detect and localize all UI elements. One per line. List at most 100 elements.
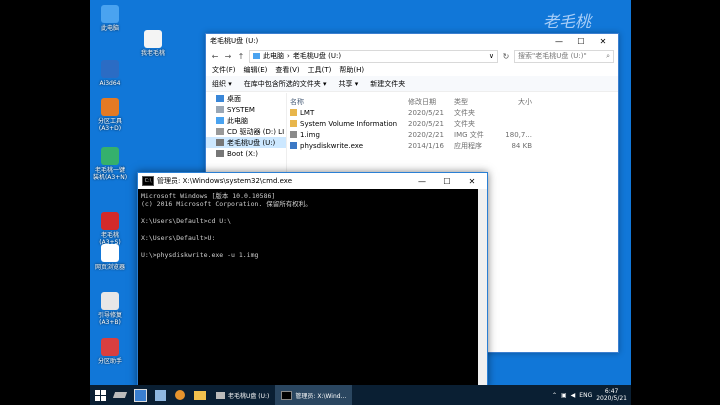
refresh-icon[interactable]: ↻ xyxy=(501,52,511,61)
taskbar-app-button[interactable]: 老毛桃U盘 (U:) xyxy=(210,385,275,405)
nav-item-label: CD 驱动器 (D:) LI xyxy=(227,127,285,136)
taskbar-app-button[interactable]: 管理员: X:\Wind... xyxy=(275,385,353,405)
nav-item-label: 此电脑 xyxy=(227,116,248,125)
nav-item-label: SYSTEM xyxy=(227,105,255,114)
desktop-icon[interactable]: 分区工具 (A3+D) xyxy=(90,98,130,132)
forward-arrow-icon[interactable]: → xyxy=(223,52,233,61)
nav-item[interactable]: 桌面 xyxy=(206,93,286,104)
desktop-watermark: 老毛桃 xyxy=(542,12,591,31)
cmd-close-button[interactable]: ✕ xyxy=(461,177,483,186)
command-button[interactable]: 共享 ▾ xyxy=(339,79,359,89)
file-size: 84 KB xyxy=(511,141,532,150)
menu-item[interactable]: 帮助(H) xyxy=(339,65,364,75)
desktop-icon[interactable]: Ai3d64 xyxy=(90,60,130,87)
command-button[interactable]: 在库中包含所选的文件夹 ▾ xyxy=(244,79,327,89)
minimize-button[interactable]: — xyxy=(548,37,570,46)
tray-up-arrow-icon[interactable]: ⌃ xyxy=(552,392,557,399)
file-icon xyxy=(290,131,297,138)
start-button[interactable] xyxy=(90,385,110,405)
desktop-icon-image xyxy=(101,244,119,262)
nav-item-icon xyxy=(216,128,224,135)
console-line: U:\>physdiskwrite.exe -u 1.img xyxy=(141,250,259,259)
file-name: 1.img xyxy=(300,130,320,139)
up-arrow-icon[interactable]: ↑ xyxy=(236,52,246,61)
file-date: 2020/2/21 xyxy=(408,130,444,139)
cmd-icon: C:\ xyxy=(142,176,154,186)
menu-item[interactable]: 工具(T) xyxy=(308,65,332,75)
nav-item[interactable]: Boot (X:) xyxy=(206,148,286,159)
taskbar-folder-icon[interactable] xyxy=(190,385,210,405)
clock[interactable]: 6:47 2020/5/21 xyxy=(596,388,627,402)
nav-item[interactable]: CD 驱动器 (D:) LI xyxy=(206,126,286,137)
file-row[interactable]: System Volume Information 2020/5/21 文件夹 xyxy=(290,118,618,129)
cmd-scrollbar[interactable] xyxy=(478,189,487,387)
nav-item-label: 老毛桃U盘 (U:) xyxy=(227,138,276,147)
nav-item-icon xyxy=(216,95,224,102)
menu-item[interactable]: 文件(F) xyxy=(212,65,236,75)
menu-item[interactable]: 编辑(E) xyxy=(244,65,268,75)
menu-bar: 文件(F) 编辑(E) 查看(V) 工具(T) 帮助(H) xyxy=(206,64,618,76)
file-type: 文件夹 xyxy=(454,108,475,117)
desktop-icon-label: 网页浏览器 xyxy=(94,264,125,271)
desktop-icon-label: 分区工具 (A3+D) xyxy=(97,118,122,132)
menu-item[interactable]: 查看(V) xyxy=(275,65,299,75)
nav-item[interactable]: 此电脑 xyxy=(206,115,286,126)
maximize-button[interactable]: ☐ xyxy=(570,37,592,46)
nav-item[interactable]: SYSTEM xyxy=(206,104,286,115)
explorer-titlebar[interactable]: 老毛桃U盘 (U:) — ☐ ✕ xyxy=(206,34,618,48)
file-icon xyxy=(290,120,297,127)
language-indicator[interactable]: ENG xyxy=(579,392,592,399)
column-name[interactable]: 名称 xyxy=(290,97,408,107)
search-icon: ⌕ xyxy=(606,51,610,60)
file-name: System Volume Information xyxy=(300,119,398,128)
nav-item-icon xyxy=(216,117,224,124)
back-arrow-icon[interactable]: ← xyxy=(210,52,220,61)
close-button[interactable]: ✕ xyxy=(592,37,614,46)
desktop-icon[interactable]: 我老毛桃 xyxy=(133,30,173,57)
file-row[interactable]: physdiskwrite.exe 2014/1/16 应用程序 84 KB xyxy=(290,140,618,151)
command-button[interactable]: 组织 ▾ xyxy=(212,79,232,89)
tray-volume-icon[interactable]: ◀ xyxy=(571,392,576,399)
tray-network-icon[interactable]: ▣ xyxy=(561,392,567,399)
cmd-minimize-button[interactable]: — xyxy=(411,177,433,186)
command-button[interactable]: 新建文件夹 xyxy=(370,79,405,89)
taskbar-disk-icon[interactable] xyxy=(110,385,130,405)
desktop-icon[interactable]: 分区助手 xyxy=(90,338,130,365)
file-size: 180,7... xyxy=(505,130,532,139)
cmd-window[interactable]: C:\ 管理员: X:\Windows\system32\cmd.exe — ☐… xyxy=(137,172,488,388)
desktop-icon[interactable]: 引导修复 (A3+B) xyxy=(90,292,130,326)
file-name: LMT xyxy=(300,108,315,117)
address-bar[interactable]: 此电脑 › 老毛桃U盘 (U:) ∨ xyxy=(249,49,498,63)
nav-item-icon xyxy=(216,150,224,157)
desktop-icon[interactable]: 此电脑 xyxy=(90,5,130,32)
taskbar-partition-icon[interactable] xyxy=(150,385,170,405)
column-type[interactable]: 类型 xyxy=(454,97,502,107)
nav-item[interactable]: 老毛桃U盘 (U:) xyxy=(206,137,286,148)
cmd-titlebar[interactable]: C:\ 管理员: X:\Windows\system32\cmd.exe — ☐… xyxy=(138,173,487,189)
column-size[interactable]: 大小 xyxy=(502,97,532,107)
desktop-icon[interactable]: 老毛桃一键 装机(A3+N) xyxy=(90,147,130,181)
desktop-icon-label: 分区助手 xyxy=(97,358,122,365)
cmd-maximize-button[interactable]: ☐ xyxy=(436,177,458,186)
file-row[interactable]: LMT 2020/5/21 文件夹 xyxy=(290,107,618,118)
column-date[interactable]: 修改日期 xyxy=(408,97,454,107)
file-date: 2014/1/16 xyxy=(408,141,444,150)
desktop-icon[interactable]: 老毛桃 (A3+S) xyxy=(90,212,130,246)
taskbar-app-icon[interactable] xyxy=(170,385,190,405)
file-date: 2020/5/21 xyxy=(408,119,444,128)
desktop-icon[interactable]: 网页浏览器 xyxy=(90,244,130,271)
breadcrumb-drive[interactable]: 老毛桃U盘 (U:) xyxy=(293,51,341,61)
desktop: 老毛桃 此电脑 我老毛桃 Ai3d64 分区工具 (A3+D) 老毛桃一键 装机(A3+… xyxy=(90,0,631,405)
search-input[interactable]: 搜索"老毛桃U盘 (U:)" ⌕ xyxy=(514,49,614,63)
clock-time: 6:47 xyxy=(604,388,619,395)
console-output[interactable]: Microsoft Windows [版本 10.0.10586] (c) 201… xyxy=(138,189,487,262)
nav-item-icon xyxy=(216,106,224,113)
breadcrumb-pc[interactable]: 此电脑 xyxy=(263,51,284,61)
desktop-icon-image xyxy=(101,292,119,310)
desktop-icon-label: 引导修复 (A3+B) xyxy=(97,312,122,326)
taskbar-tool-icon[interactable] xyxy=(130,385,150,405)
file-row[interactable]: 1.img 2020/2/21 IMG 文件 180,7... xyxy=(290,129,618,140)
